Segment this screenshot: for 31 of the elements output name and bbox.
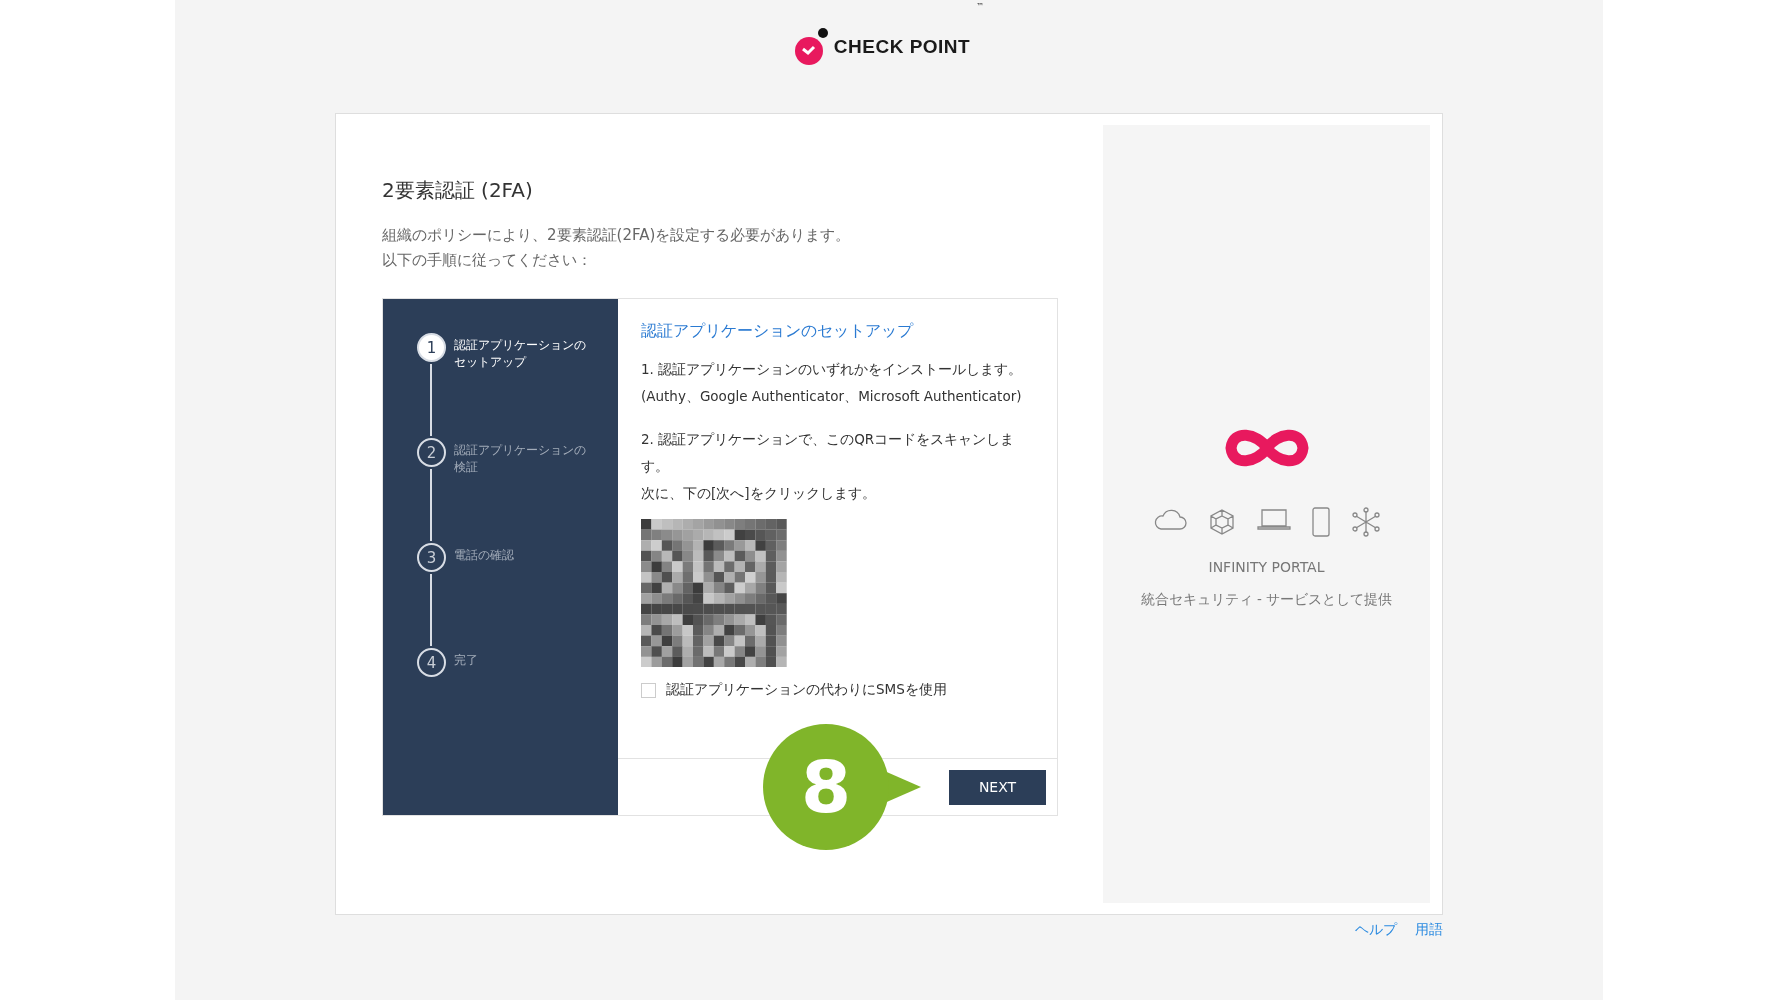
step-number: 2 xyxy=(417,438,446,467)
callout-badge: 8 xyxy=(763,724,889,850)
step-number: 1 xyxy=(417,333,446,362)
footer-link[interactable]: ヘルプ xyxy=(1355,921,1397,939)
cloud-icon xyxy=(1152,507,1187,531)
instruction-text: 1. 認証アプリケーションのいずれかをインストールします。 xyxy=(641,360,1024,379)
sms-checkbox[interactable] xyxy=(641,682,656,698)
step-number: 3 xyxy=(417,543,446,572)
instruction-text: (Authy、Google Authenticator、Microsoft Authenticator) xyxy=(641,387,1023,406)
brand-name: CHECK POINT xyxy=(833,35,971,58)
hub-icon xyxy=(1350,507,1381,537)
page-title: 2要素認証 (2FA) xyxy=(382,177,534,204)
step-number: 4 xyxy=(417,648,446,677)
step-label: 電話の確認 xyxy=(454,547,515,564)
brand-logo-icon xyxy=(793,27,828,66)
step-label: 完了 xyxy=(454,652,479,669)
smartphone-icon xyxy=(1310,507,1331,537)
laptop-icon xyxy=(1256,507,1291,531)
portal-name: INFINITY PORTAL xyxy=(1208,559,1325,575)
step-label: 認証アプリケーションのセットアップ xyxy=(454,337,587,371)
instruction-text: 2. 認証アプリケーションで、このQRコードをスキャンします。 xyxy=(641,430,1016,476)
intro-text: 以下の手順に従ってください： xyxy=(382,251,593,270)
step-label: 認証アプリケーションの検証 xyxy=(454,442,587,476)
intro-text: 組織のポリシーにより、2要素認証(2FA)を設定する必要があります。 xyxy=(382,226,852,245)
next-button[interactable]: NEXT xyxy=(949,769,1046,805)
section-heading: 認証アプリケーションのセットアップ xyxy=(641,321,915,342)
portal-tagline: 統合セキュリティ - サービスとして提供 xyxy=(1140,591,1393,609)
trademark-mark: ™ xyxy=(976,2,985,11)
footer-link[interactable]: 用語 xyxy=(1415,921,1443,939)
checkbox-label: 認証アプリケーションの代わりにSMSを使用 xyxy=(666,681,947,699)
instruction-text: 次に、下の[次へ]をクリックします。 xyxy=(641,484,877,503)
